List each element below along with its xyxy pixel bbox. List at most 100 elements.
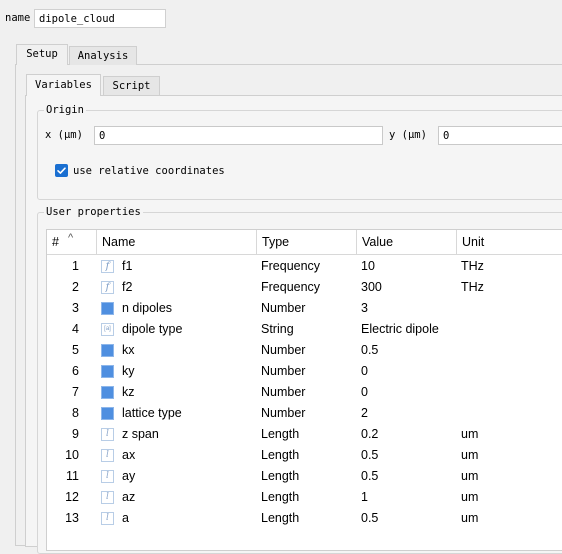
property-unit[interactable]: um — [461, 466, 478, 487]
table-row[interactable]: 13 l a Length 0.5 um — [47, 508, 562, 529]
property-value[interactable]: 3 — [361, 298, 368, 319]
property-unit[interactable]: um — [461, 487, 478, 508]
property-type[interactable]: Length — [261, 487, 299, 508]
length-icon: l — [101, 428, 114, 441]
y-label: y (μm) — [389, 129, 427, 141]
origin-title: Origin — [44, 104, 86, 116]
property-name[interactable]: kz — [122, 382, 135, 403]
name-field[interactable]: dipole_cloud — [34, 9, 166, 28]
row-number: 9 — [72, 427, 79, 441]
property-name[interactable]: ky — [122, 361, 135, 382]
function-icon: f — [101, 260, 114, 273]
row-icon-cell: [a] — [101, 319, 114, 340]
tab-variables[interactable]: Variables — [26, 74, 101, 96]
property-name[interactable]: f1 — [122, 256, 132, 277]
table-row[interactable]: 7 kz Number 0 — [47, 382, 562, 403]
property-value[interactable]: 0.5 — [361, 508, 378, 529]
property-name[interactable]: n dipoles — [122, 298, 172, 319]
tab-analysis[interactable]: Analysis — [69, 46, 137, 65]
number-icon — [101, 344, 114, 357]
row-number: 7 — [72, 385, 79, 399]
property-value[interactable]: 2 — [361, 403, 368, 424]
row-icon-cell — [101, 382, 114, 403]
property-value[interactable]: 0.5 — [361, 340, 378, 361]
tab-setup[interactable]: Setup — [16, 44, 68, 65]
property-value[interactable]: 0.2 — [361, 424, 378, 445]
table-row[interactable]: 11 l ay Length 0.5 um — [47, 466, 562, 487]
property-type[interactable]: Number — [261, 403, 305, 424]
row-icon-cell: l — [101, 424, 114, 445]
row-number: 6 — [72, 364, 79, 378]
length-icon: l — [101, 491, 114, 504]
property-unit[interactable]: THz — [461, 277, 484, 298]
column-header-number[interactable]: ^ # — [47, 230, 97, 254]
property-type[interactable]: String — [261, 319, 294, 340]
row-number: 10 — [65, 448, 79, 462]
property-unit[interactable]: THz — [461, 256, 484, 277]
property-value[interactable]: 1 — [361, 487, 368, 508]
user-properties-title: User properties — [44, 206, 143, 218]
table-row[interactable]: 9 l z span Length 0.2 um — [47, 424, 562, 445]
table-row[interactable]: 4 [a] dipole type String Electric dipole — [47, 319, 562, 340]
column-header-type[interactable]: Type — [257, 230, 357, 254]
relative-coordinates-checkbox[interactable] — [55, 164, 68, 177]
property-type[interactable]: Number — [261, 298, 305, 319]
column-header-unit[interactable]: Unit — [457, 230, 562, 254]
property-type[interactable]: Frequency — [261, 277, 320, 298]
row-icon-cell: l — [101, 487, 114, 508]
checkmark-icon — [57, 167, 66, 174]
property-unit[interactable]: um — [461, 445, 478, 466]
x-field[interactable]: 0 — [94, 126, 383, 145]
property-type[interactable]: Length — [261, 508, 299, 529]
property-value[interactable]: 300 — [361, 277, 382, 298]
column-header-value[interactable]: Value — [357, 230, 457, 254]
table-row[interactable]: 5 kx Number 0.5 — [47, 340, 562, 361]
table-row[interactable]: 1 f f1 Frequency 10 THz — [47, 256, 562, 277]
property-unit[interactable]: um — [461, 508, 478, 529]
table-row[interactable]: 8 lattice type Number 2 — [47, 403, 562, 424]
table-row[interactable]: 10 l ax Length 0.5 um — [47, 445, 562, 466]
property-name[interactable]: f2 — [122, 277, 132, 298]
property-type[interactable]: Number — [261, 382, 305, 403]
length-icon: l — [101, 470, 114, 483]
row-number: 13 — [65, 511, 79, 525]
row-number: 12 — [65, 490, 79, 504]
property-value[interactable]: 10 — [361, 256, 375, 277]
property-type[interactable]: Number — [261, 361, 305, 382]
property-name[interactable]: kx — [122, 340, 135, 361]
sort-indicator-icon: ^ — [68, 232, 74, 244]
property-name[interactable]: a — [122, 508, 129, 529]
row-icon-cell — [101, 361, 114, 382]
property-name[interactable]: ay — [122, 466, 135, 487]
table-row[interactable]: 3 n dipoles Number 3 — [47, 298, 562, 319]
number-icon — [101, 407, 114, 420]
property-value[interactable]: 0 — [361, 361, 368, 382]
tab-script[interactable]: Script — [103, 76, 160, 95]
table-row[interactable]: 6 ky Number 0 — [47, 361, 562, 382]
property-value[interactable]: 0.5 — [361, 466, 378, 487]
property-value[interactable]: Electric dipole — [361, 319, 439, 340]
property-name[interactable]: dipole type — [122, 319, 182, 340]
property-name[interactable]: az — [122, 487, 135, 508]
property-name[interactable]: lattice type — [122, 403, 182, 424]
column-header-name[interactable]: Name — [97, 230, 257, 254]
table-header: ^ # Name Type Value Unit — [47, 230, 562, 255]
property-name[interactable]: ax — [122, 445, 135, 466]
row-number: 4 — [72, 322, 79, 336]
property-unit[interactable]: um — [461, 424, 478, 445]
property-type[interactable]: Length — [261, 466, 299, 487]
property-value[interactable]: 0 — [361, 382, 368, 403]
table-row[interactable]: 12 l az Length 1 um — [47, 487, 562, 508]
row-icon-cell: l — [101, 445, 114, 466]
property-type[interactable]: Length — [261, 445, 299, 466]
number-icon — [101, 302, 114, 315]
property-value[interactable]: 0.5 — [361, 445, 378, 466]
property-type[interactable]: Number — [261, 340, 305, 361]
property-type[interactable]: Length — [261, 424, 299, 445]
y-field[interactable]: 0 — [438, 126, 562, 145]
property-name[interactable]: z span — [122, 424, 159, 445]
table-row[interactable]: 2 f f2 Frequency 300 THz — [47, 277, 562, 298]
row-icon-cell — [101, 340, 114, 361]
property-type[interactable]: Frequency — [261, 256, 320, 277]
function-icon: f — [101, 281, 114, 294]
